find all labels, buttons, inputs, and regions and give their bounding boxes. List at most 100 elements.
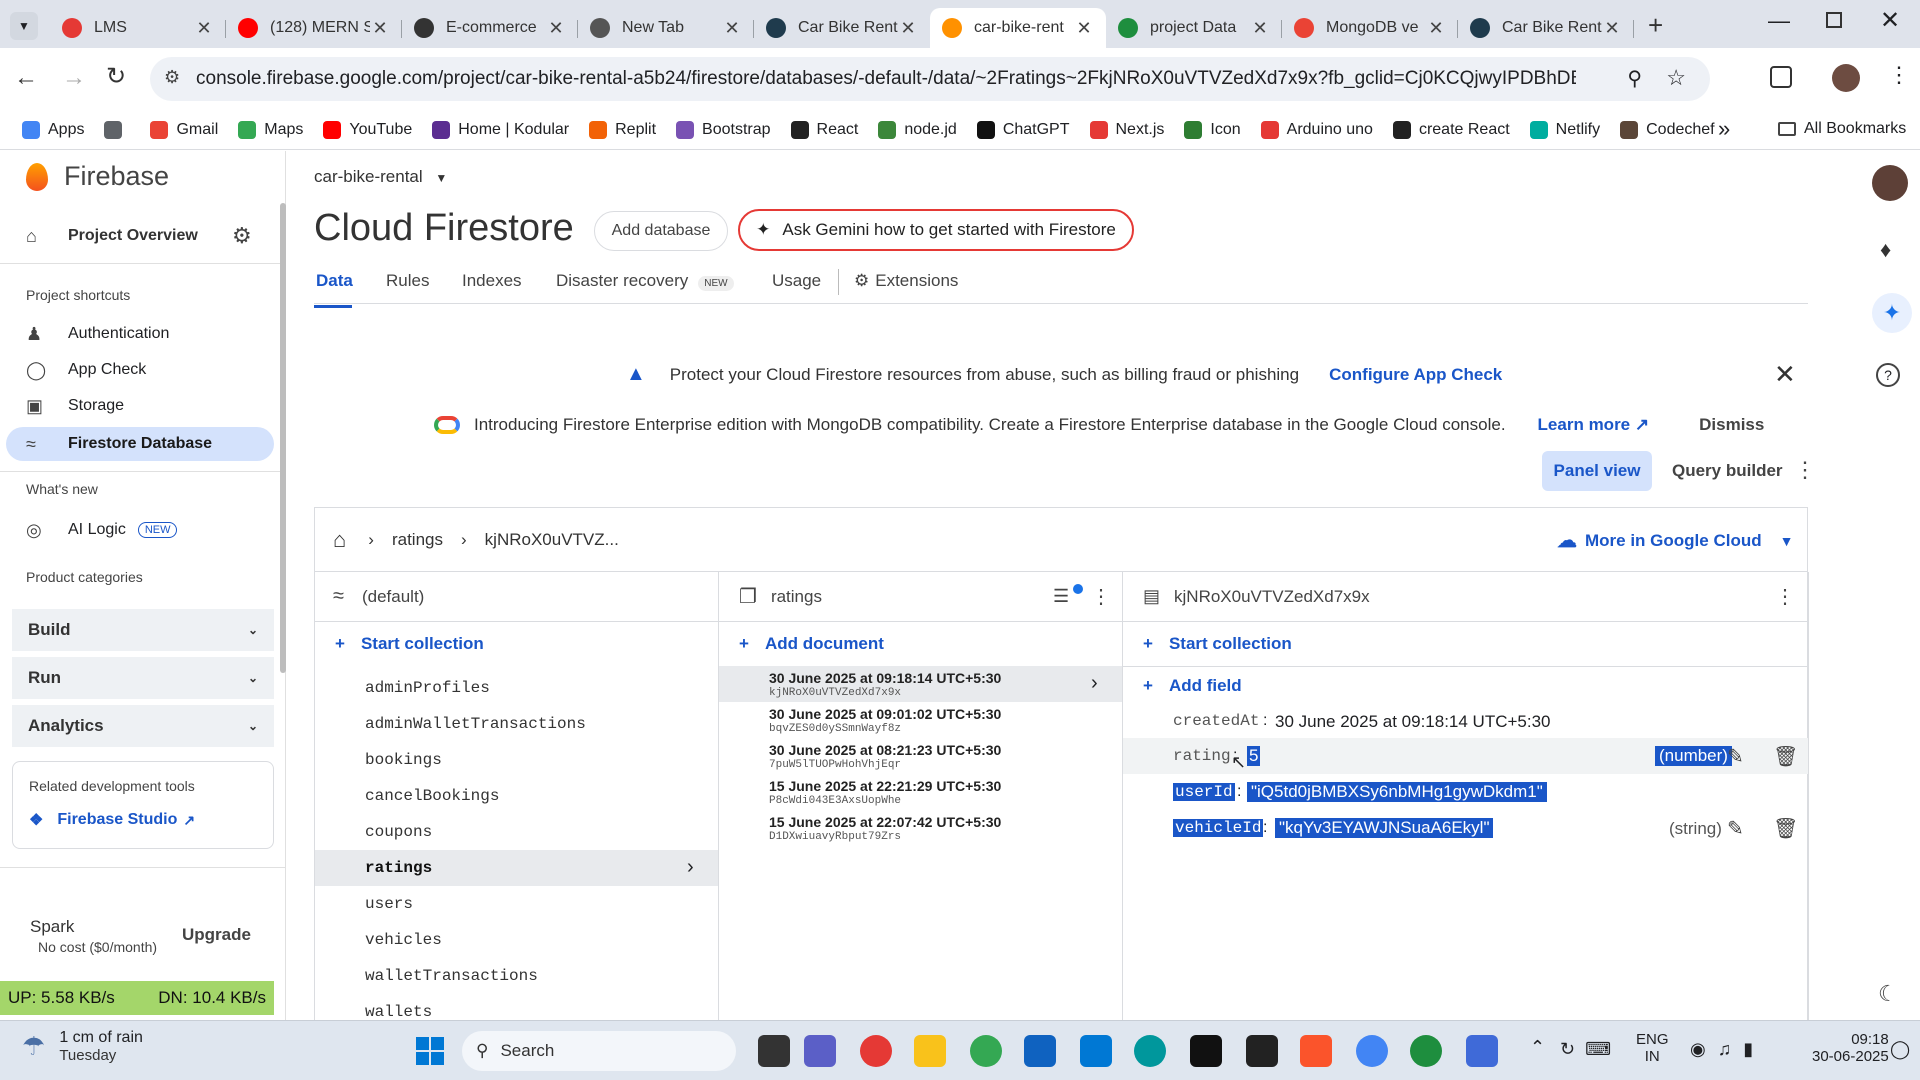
bookmark-item[interactable]: React — [790, 120, 858, 139]
close-tab-icon[interactable]: ✕ — [898, 18, 918, 39]
breadcrumb-document[interactable]: kjNRoX0uVTVZ... — [485, 530, 619, 550]
browser-tab[interactable]: E-commerce ✕ — [402, 8, 578, 48]
back-button[interactable]: ← — [14, 64, 38, 92]
collection-item[interactable]: adminProfiles — [315, 670, 718, 706]
bookmark-item[interactable]: Replit — [589, 120, 656, 139]
sidebar-item-firestore-database[interactable]: ≈ Firestore Database — [6, 427, 274, 461]
folder-icon[interactable] — [914, 1035, 946, 1067]
close-banner-icon[interactable]: ✕ — [1774, 359, 1796, 390]
tray-icons[interactable]: ↻⌨ — [1560, 1039, 1621, 1060]
tab-data[interactable]: Data — [314, 271, 353, 308]
collection-item[interactable]: bookings — [315, 742, 718, 778]
browser-tab[interactable]: Car Bike Rent ✕ — [1458, 8, 1634, 48]
breadcrumb-ratings[interactable]: ratings — [392, 530, 443, 550]
close-tab-icon[interactable]: ✕ — [546, 18, 566, 39]
browser-tab[interactable]: LMS ✕ — [50, 8, 226, 48]
more-bookmarks-chevron-icon[interactable]: » — [1718, 116, 1730, 142]
collection-item[interactable]: ratings › — [315, 850, 718, 886]
document-item[interactable]: 15 June 2025 at 22:21:29 UTC+5:30 P8cWdi0… — [719, 774, 1122, 810]
close-tab-icon[interactable]: ✕ — [722, 18, 742, 39]
edit-icon[interactable]: ✎ — [1727, 816, 1744, 841]
panel-view-button[interactable]: Panel view — [1542, 451, 1652, 491]
upgrade-button[interactable]: Upgrade — [182, 925, 251, 945]
category-run[interactable]: Run ⌄ — [12, 657, 274, 699]
bookmark-item[interactable]: YouTube — [323, 120, 412, 139]
sidebar-item-app-check[interactable]: ◯ App Check — [0, 353, 274, 387]
query-builder-button[interactable]: Query builder — [1672, 461, 1783, 481]
browser-tab[interactable]: Car Bike Rent ✕ — [754, 8, 930, 48]
close-tab-icon[interactable]: ✕ — [370, 18, 390, 39]
ask-gemini-button[interactable]: ✦ Ask Gemini how to get started with Fire… — [738, 209, 1134, 251]
bookmark-item[interactable]: Bootstrap — [676, 120, 771, 139]
app-alt-icon[interactable] — [1466, 1035, 1498, 1067]
bookmark-item[interactable]: Icon — [1184, 120, 1241, 139]
add-database-button[interactable]: Add database — [594, 211, 728, 251]
firebase-studio-link[interactable]: ❖ Firebase Studio ↗ — [29, 810, 195, 830]
field-row[interactable]: userId : "iQ5td0jBMBXSy6nbMHg1gywDkdm1" — [1123, 774, 1808, 810]
trash-icon[interactable]: 🗑 — [1773, 744, 1798, 769]
chrome-icon[interactable] — [970, 1035, 1002, 1067]
browser-tab[interactable]: New Tab ✕ — [578, 8, 754, 48]
home-icon[interactable]: ⌂ — [333, 527, 346, 553]
bookmark-item[interactable]: Netlify — [1529, 120, 1600, 139]
bookmark-item[interactable]: ChatGPT — [976, 120, 1070, 139]
bookmark-item[interactable]: Home | Kodular — [432, 120, 569, 139]
opera-icon[interactable] — [860, 1035, 892, 1067]
close-tab-icon[interactable]: ✕ — [1250, 18, 1270, 39]
help-icon[interactable]: ? — [1876, 363, 1900, 387]
browser-tab[interactable]: (128) MERN S ✕ — [226, 8, 402, 48]
document-item[interactable]: 15 June 2025 at 22:07:42 UTC+5:30 D1DXwiu… — [719, 810, 1122, 846]
bookmark-item[interactable]: Gmail — [150, 120, 218, 139]
document-item[interactable]: 30 June 2025 at 09:18:14 UTC+5:30 kjNRoX0… — [719, 666, 1122, 702]
category-analytics[interactable]: Analytics ⌄ — [12, 705, 274, 747]
settings-gear-icon[interactable]: ⚙ — [232, 223, 252, 249]
zoom-icon[interactable]: ⚲ — [1627, 66, 1642, 91]
start-subcollection-button[interactable]: + Start collection — [1143, 634, 1292, 654]
new-tab-button[interactable]: + — [1648, 10, 1663, 41]
dark-mode-icon[interactable]: ☾ — [1878, 981, 1898, 1007]
add-field-button[interactable]: + Add field — [1143, 676, 1242, 696]
browser-tab[interactable]: car-bike-rent ✕ — [930, 8, 1106, 48]
arduino-icon[interactable] — [1134, 1035, 1166, 1067]
tab-search-button[interactable]: ▼ — [10, 12, 38, 40]
site-info-icon[interactable]: ⚙ — [164, 67, 180, 88]
sidebar-item-ai-logic[interactable]: ◎ AI Logic NEW — [0, 513, 274, 547]
firebase-logo[interactable]: Firebase — [26, 161, 169, 192]
profile-avatar[interactable] — [1832, 64, 1860, 92]
close-tab-icon[interactable]: ✕ — [1602, 18, 1622, 39]
bookmark-item[interactable]: Maps — [238, 120, 303, 139]
sidebar-item-authentication[interactable]: ♟ Authentication — [0, 317, 274, 351]
sidebar-item-storage[interactable]: ▣ Storage — [0, 389, 274, 423]
tab-extensions[interactable]: ⚙ Extensions — [854, 271, 958, 291]
collection-item[interactable]: vehicles — [315, 922, 718, 958]
address-bar[interactable]: ⚙ console.firebase.google.com/project/ca… — [150, 57, 1710, 101]
field-row[interactable]: rating : 5 (number) ✎ 🗑 ↖ — [1123, 738, 1808, 774]
learn-more-link[interactable]: Learn more ↗ — [1538, 415, 1650, 435]
more-options-icon[interactable]: ⋮ — [1794, 457, 1816, 483]
gemini-sparkle-icon[interactable]: ✦ — [1872, 293, 1912, 333]
chrome-profile-icon[interactable] — [1356, 1035, 1388, 1067]
tab-disaster-recovery[interactable]: Disaster recovery NEW — [556, 271, 734, 291]
teams-icon[interactable] — [804, 1035, 836, 1067]
all-bookmarks[interactable]: All Bookmarks — [1778, 120, 1906, 138]
store-icon[interactable] — [1024, 1035, 1056, 1067]
system-tray-icons[interactable]: ◉♫▮ — [1690, 1039, 1765, 1060]
reload-button[interactable]: ↻ — [106, 62, 126, 91]
maximize-button[interactable] — [1826, 12, 1842, 28]
bookmark-item[interactable]: Apps — [22, 120, 84, 139]
close-tab-icon[interactable]: ✕ — [194, 18, 214, 39]
bookmark-item[interactable]: Arduino uno — [1260, 120, 1373, 139]
vscode-icon[interactable] — [1080, 1035, 1112, 1067]
more-in-google-cloud-button[interactable]: ☁ More in Google Cloud ▼ — [1557, 528, 1793, 553]
chrome-alt-icon[interactable] — [1410, 1035, 1442, 1067]
clock[interactable]: 09:18 30-06-2025 — [1812, 1031, 1889, 1065]
close-window-button[interactable]: ✕ — [1880, 6, 1900, 35]
minimize-button[interactable]: — — [1768, 8, 1790, 34]
bookmark-item[interactable]: Codechef — [1620, 120, 1715, 139]
collection-item[interactable]: users — [315, 886, 718, 922]
extensions-icon[interactable] — [1770, 66, 1792, 88]
document-item[interactable]: 30 June 2025 at 08:21:23 UTC+5:30 7puW5lT… — [719, 738, 1122, 774]
start-collection-button[interactable]: + Start collection — [335, 634, 484, 654]
browser-tab[interactable]: MongoDB ve ✕ — [1282, 8, 1458, 48]
document-item[interactable]: 30 June 2025 at 09:01:02 UTC+5:30 bqvZES0… — [719, 702, 1122, 738]
